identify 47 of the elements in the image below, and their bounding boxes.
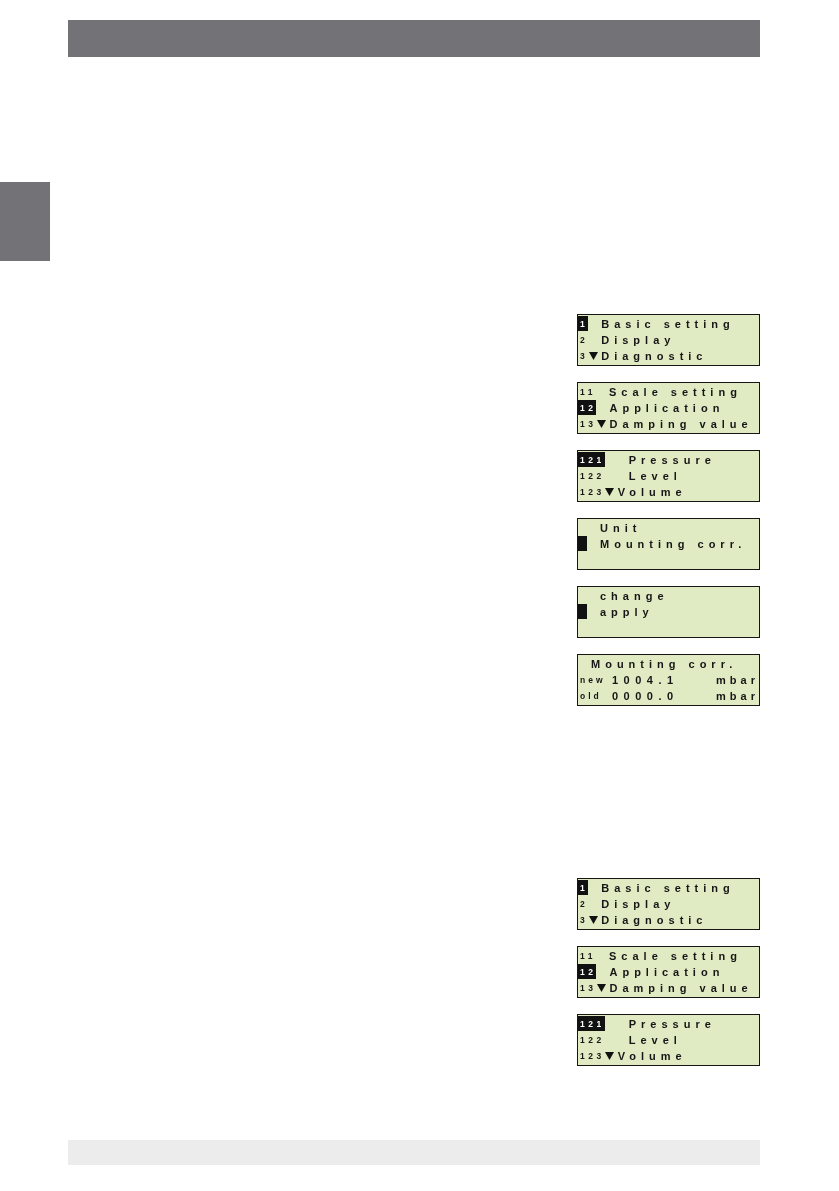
menu-label: Basic setting [601,317,735,330]
menu-index: 3 [579,350,589,364]
menu-label: Level [628,469,682,482]
menu-label: Mounting corr. [600,537,747,550]
menu-index: 3 [579,914,589,928]
menu-label: Application [609,401,725,414]
readout-value: 1004.1 [612,673,680,686]
menu-index: 1 [578,880,589,896]
menu-label: Diagnostic [601,914,708,927]
menu-index: 122 [579,469,605,483]
menu-label: change [600,589,669,602]
menu-index: 123 [579,486,605,500]
readout-unit: mbar [716,673,759,686]
menu-label: Damping value [609,982,753,995]
menu-index: 13 [579,982,597,996]
menu-label: Pressure [628,1017,716,1030]
menu-index: 121 [578,452,605,468]
menu-index: 121 [578,1016,605,1032]
menu-label: Application [609,965,725,978]
menu-label: Level [628,1033,682,1046]
menu-label: Pressure [628,453,716,466]
menu-label: apply [600,605,654,618]
menu-index: 12 [578,400,597,416]
menu-label: Volume [617,1050,687,1063]
menu-index: 1 [578,316,589,332]
menu-index: 122 [579,1033,605,1047]
readout-unit: mbar [716,690,759,703]
menu-index: 2 [579,333,589,347]
menu-label: Unit [600,521,642,534]
readout-value: 0000.0 [612,690,680,703]
menu-label: Scale setting [609,385,742,398]
menu-label: Display [601,897,676,910]
menu-index: 123 [579,1050,605,1064]
menu-index: 2 [579,897,589,911]
menu-label: Diagnostic [601,350,708,363]
readout-title: Mounting corr. [591,657,738,670]
menu-label: Damping value [609,418,753,431]
menu-index: 11 [579,949,596,963]
menu-index: 11 [579,385,596,399]
menu-label: Scale setting [609,949,742,962]
menu-label: Display [601,333,676,346]
menu-index: 13 [579,418,597,432]
readout-label: old [579,691,603,702]
readout-label: new [579,674,607,685]
menu-label: Basic setting [601,881,735,894]
menu-label: Volume [617,486,687,499]
menu-index: 12 [578,964,597,980]
